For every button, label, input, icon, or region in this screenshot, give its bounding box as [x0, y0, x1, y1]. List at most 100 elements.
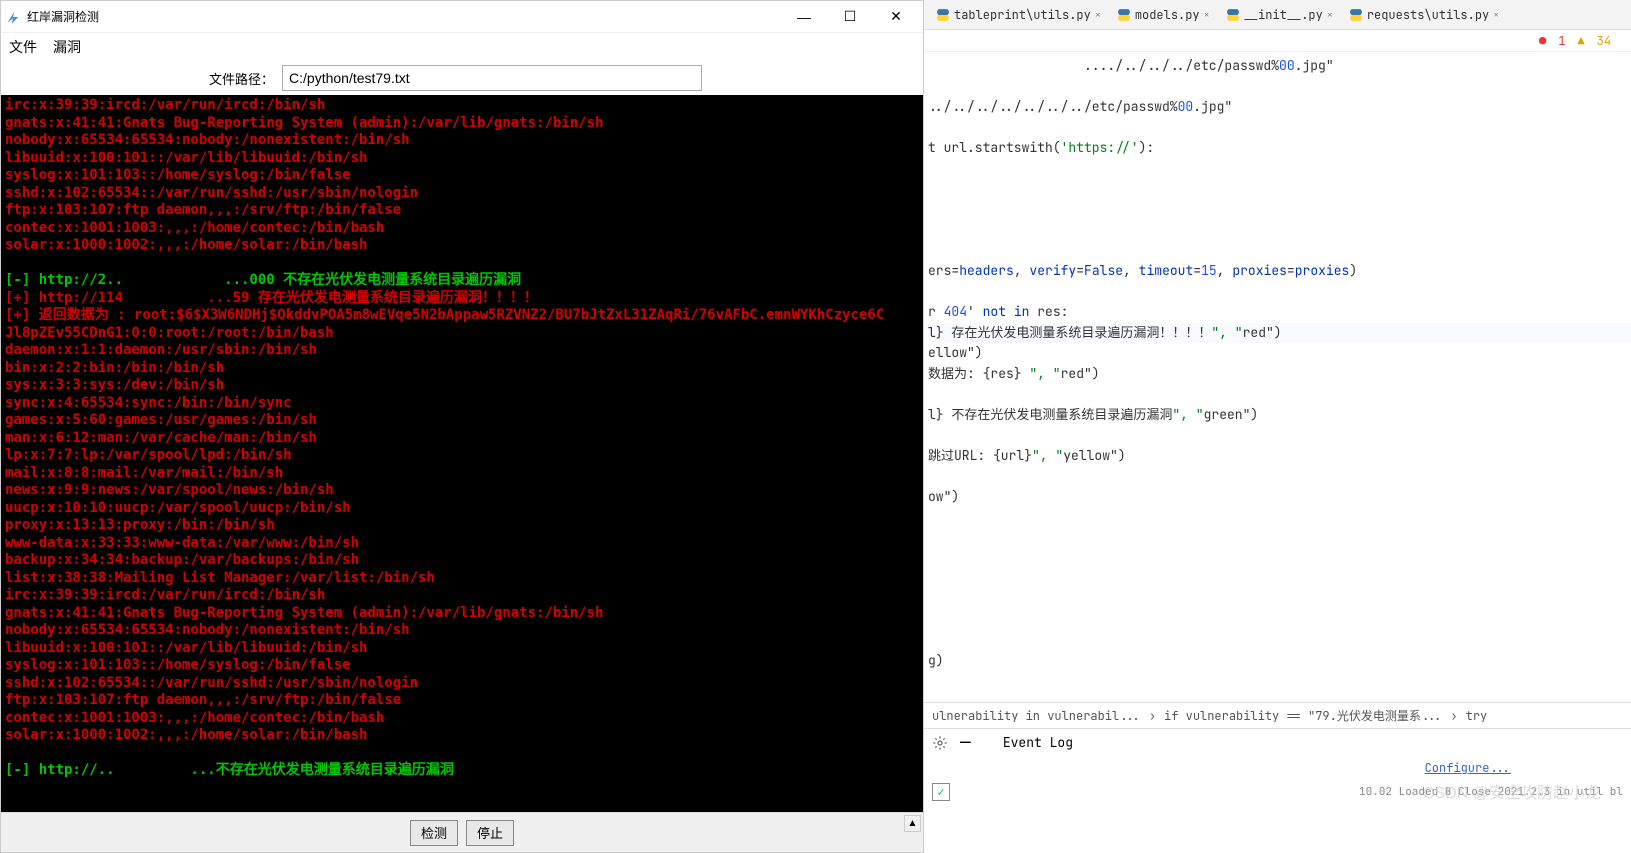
error-count: 1: [1558, 33, 1565, 49]
maximize-button[interactable]: ☐: [827, 2, 873, 32]
terminal-line: ftp:x:103:107:ftp daemon,,,:/srv/ftp:/bi…: [5, 202, 919, 220]
close-button[interactable]: ✕: [873, 2, 919, 32]
terminal-line: sshd:x:102:65534::/var/run/sshd:/usr/sbi…: [5, 185, 919, 203]
settings-icon[interactable]: [932, 735, 948, 751]
code-line: 数据为: {res} ", "red"): [928, 364, 1631, 385]
code-line: [928, 610, 1631, 631]
code-line: ellow"): [928, 343, 1631, 364]
tab-close-icon[interactable]: ×: [1204, 8, 1210, 21]
editor-tab[interactable]: requests\utils.py×: [1341, 1, 1507, 29]
code-line: ow"): [928, 487, 1631, 508]
warning-count-icon: ▲: [1577, 33, 1584, 49]
editor-tabs: tableprint\utils.py×models.py×__init__.p…: [924, 0, 1631, 30]
code-line: l} 存在光伏发电测量系统目录遍历漏洞！！！！", "red"): [928, 323, 1631, 344]
configure-row: Configure...: [924, 756, 1631, 780]
menu-file[interactable]: 文件: [9, 37, 37, 57]
code-line: [928, 548, 1631, 569]
terminal-line: [-] http://2.. ...000 不存在光伏发电测量系统目录遍历漏洞: [5, 272, 919, 290]
python-icon: [1349, 8, 1363, 22]
terminal-line: uucp:x:10:10:uucp:/var/spool/uucp:/bin/s…: [5, 500, 919, 518]
breadcrumb: ulnerability in vulnerabil...› if vulner…: [924, 702, 1631, 728]
terminal-line: [+] http://114 ...59 存在光伏发电测量系统目录遍历漏洞！！！…: [5, 290, 919, 308]
minimize-button[interactable]: —: [781, 2, 827, 32]
tab-close-icon[interactable]: ×: [1493, 8, 1499, 21]
event-log-label[interactable]: Event Log: [1003, 734, 1073, 751]
code-line: [928, 466, 1631, 487]
terminal-line: irc:x:39:39:ircd:/var/run/ircd:/bin/sh: [5, 97, 919, 115]
code-line: ..../../../../etc/passwd%00.jpg": [928, 56, 1631, 77]
terminal-line: solar:x:1000:1002:,,,:/home/solar:/bin/b…: [5, 237, 919, 255]
hide-icon[interactable]: —: [960, 731, 971, 754]
terminal-line: [-] http://.. ...不存在光伏发电测量系统目录遍历漏洞: [5, 762, 919, 780]
terminal-line: mail:x:8:8:mail:/var/mail:/bin/sh: [5, 465, 919, 483]
terminal-line: proxy:x:13:13:proxy:/bin:/bin/sh: [5, 517, 919, 535]
code-line: [928, 179, 1631, 200]
code-line: [928, 220, 1631, 241]
detect-button[interactable]: 检测: [410, 820, 458, 846]
code-line: [928, 589, 1631, 610]
terminal-line: ftp:x:103:107:ftp daemon,,,:/srv/ftp:/bi…: [5, 692, 919, 710]
editor-tab[interactable]: models.py×: [1109, 1, 1218, 29]
python-icon: [1226, 8, 1240, 22]
code-line: [928, 77, 1631, 98]
error-count-icon: ●: [1539, 33, 1546, 49]
window-title: 红岸漏洞检测: [27, 8, 781, 25]
terminal-line: [5, 745, 919, 763]
code-line: t url.startswith('https://'):: [928, 138, 1631, 159]
tab-close-icon[interactable]: ×: [1095, 8, 1101, 21]
crumb-1[interactable]: ulnerability in vulnerabil...: [932, 708, 1141, 724]
terminal-line: Jl8pZEv55CDnG1:0:0:root:/root:/bin/bash: [5, 325, 919, 343]
terminal-line: solar:x:1000:1002:,,,:/home/solar:/bin/b…: [5, 727, 919, 745]
terminal-line: syslog:x:101:103::/home/syslog:/bin/fals…: [5, 657, 919, 675]
terminal-line: sync:x:4:65534:sync:/bin:/bin/sync: [5, 395, 919, 413]
code-line: [928, 159, 1631, 180]
code-line: 跳过URL: {url}", "yellow"): [928, 446, 1631, 467]
menu-vulnerability[interactable]: 漏洞: [53, 37, 81, 57]
code-line: g): [928, 651, 1631, 672]
configure-link[interactable]: Configure...: [1425, 760, 1511, 776]
vulnerability-scanner-window: 红岸漏洞检测 — ☐ ✕ 文件 漏洞 文件路径： irc:x:39:39:irc…: [0, 0, 924, 853]
python-icon: [936, 8, 950, 22]
stop-button[interactable]: 停止: [466, 820, 514, 846]
terminal-line: syslog:x:101:103::/home/syslog:/bin/fals…: [5, 167, 919, 185]
inspection-status: ● 1 ▲ 34: [924, 30, 1631, 52]
output-terminal[interactable]: irc:x:39:39:ircd:/var/run/ircd:/bin/shgn…: [1, 95, 923, 812]
menubar: 文件 漏洞: [1, 33, 923, 61]
file-path-label: 文件路径：: [209, 69, 274, 88]
terminal-line: contec:x:1001:1003:,,,:/home/contec:/bin…: [5, 220, 919, 238]
terminal-line: daemon:x:1:1:daemon:/usr/sbin:/bin/sh: [5, 342, 919, 360]
warning-count: 34: [1597, 33, 1611, 49]
python-icon: [1117, 8, 1131, 22]
todo-icon[interactable]: ✓: [932, 783, 950, 801]
code-line: [928, 569, 1631, 590]
tab-close-icon[interactable]: ×: [1327, 8, 1333, 21]
scroll-up-button[interactable]: ▲: [904, 815, 921, 832]
app-icon: [5, 9, 21, 25]
terminal-line: www-data:x:33:33:www-data:/var/www:/bin/…: [5, 535, 919, 553]
terminal-line: [5, 255, 919, 273]
code-line: ../../../../../../../etc/passwd%00.jpg": [928, 97, 1631, 118]
code-line: [928, 425, 1631, 446]
file-path-input[interactable]: [282, 65, 702, 91]
terminal-line: games:x:5:60:games:/usr/games:/bin/sh: [5, 412, 919, 430]
terminal-line: libuuid:x:100:101::/var/lib/libuuid:/bin…: [5, 640, 919, 658]
terminal-line: sshd:x:102:65534::/var/run/sshd:/usr/sbi…: [5, 675, 919, 693]
terminal-line: libuuid:x:100:101::/var/lib/libuuid:/bin…: [5, 150, 919, 168]
code-line: ers=headers, verify=False, timeout=15, p…: [928, 261, 1631, 282]
code-editor[interactable]: ..../../../../etc/passwd%00.jpg" ../../.…: [924, 52, 1631, 702]
code-line: [928, 241, 1631, 262]
terminal-line: backup:x:34:34:backup:/var/backups:/bin/…: [5, 552, 919, 570]
code-line: [928, 282, 1631, 303]
file-path-row: 文件路径：: [1, 61, 923, 95]
crumb-2[interactable]: if vulnerability == "79.光伏发电测量系...: [1164, 707, 1442, 724]
editor-tab[interactable]: __init__.py×: [1218, 1, 1341, 29]
code-line: [928, 200, 1631, 221]
terminal-line: nobody:x:65534:65534:nobody:/nonexistent…: [5, 132, 919, 150]
editor-tab[interactable]: tableprint\utils.py×: [928, 1, 1109, 29]
bottom-status-text: 10.02 Loaded B Close 2021.2.3 in util bl: [1359, 785, 1623, 799]
code-line: [928, 384, 1631, 405]
ide-panel: tableprint\utils.py×models.py×__init__.p…: [924, 0, 1631, 853]
code-line: [928, 528, 1631, 549]
crumb-3[interactable]: try: [1466, 708, 1488, 724]
titlebar[interactable]: 红岸漏洞检测 — ☐ ✕: [1, 1, 923, 33]
